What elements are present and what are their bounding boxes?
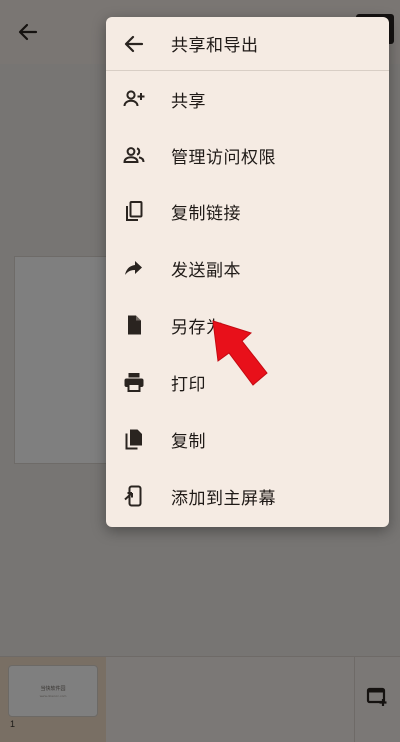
- menu-item-copy-link[interactable]: 复制链接: [106, 183, 389, 239]
- menu-item-duplicate[interactable]: 复制: [106, 411, 389, 467]
- share-export-menu: 共享和导出 共享 管理访问权限 复制链接 发送副本 另存为 打印 复制 添加到主…: [106, 17, 389, 527]
- add-to-home-screen-icon: [122, 484, 146, 508]
- forward-icon: [122, 256, 146, 280]
- menu-item-manage-access[interactable]: 管理访问权限: [106, 127, 389, 183]
- menu-item-add-to-home-screen[interactable]: 添加到主屏幕: [106, 468, 389, 524]
- menu-item-label: 复制: [171, 431, 206, 452]
- person-add-icon: [122, 87, 146, 111]
- arrow-back-icon[interactable]: [122, 32, 146, 56]
- menu-item-label: 添加到主屏幕: [171, 488, 276, 509]
- people-icon: [122, 143, 146, 167]
- menu-item-label: 管理访问权限: [171, 147, 276, 168]
- menu-item-label: 共享: [171, 91, 206, 112]
- copy-link-icon: [122, 199, 146, 223]
- menu-item-share[interactable]: 共享: [106, 71, 389, 127]
- menu-header-label: 共享和导出: [171, 36, 259, 56]
- menu-header-share-export[interactable]: 共享和导出: [106, 17, 389, 71]
- duplicate-icon: [122, 427, 146, 451]
- menu-item-label: 复制链接: [171, 203, 241, 224]
- red-annotation-arrow: [212, 320, 268, 386]
- menu-item-send-copy[interactable]: 发送副本: [106, 240, 389, 296]
- file-icon: [122, 313, 146, 337]
- menu-item-label: 打印: [171, 374, 206, 395]
- menu-item-label: 发送副本: [171, 260, 241, 281]
- print-icon: [122, 370, 146, 394]
